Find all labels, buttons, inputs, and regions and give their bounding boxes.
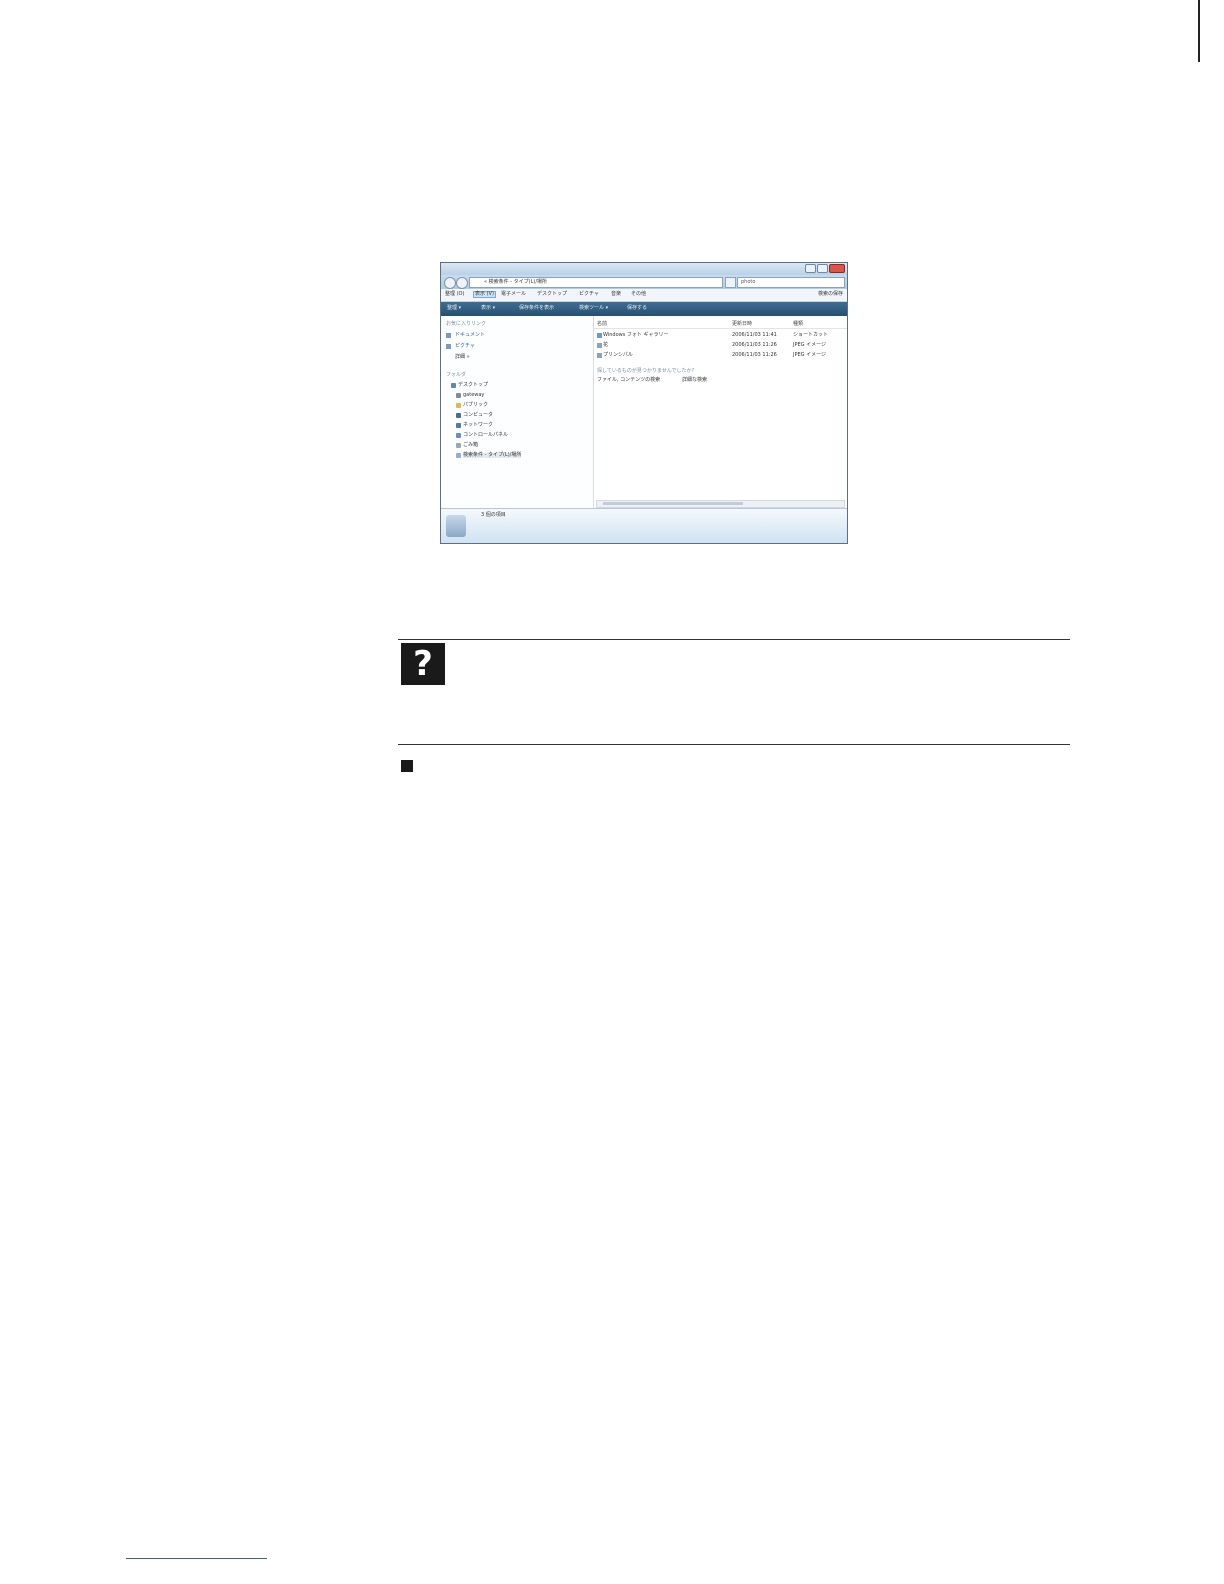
control-panel-icon: [456, 433, 461, 438]
horizontal-scrollbar[interactable]: [596, 500, 845, 508]
tree-item[interactable]: ごみ箱: [463, 443, 478, 448]
menu-item[interactable]: 表示 (V): [473, 291, 496, 298]
tree-item[interactable]: ネットワーク: [463, 423, 493, 428]
column-header-name[interactable]: 名前: [597, 322, 607, 327]
menu-item[interactable]: 音楽: [611, 292, 621, 297]
command-button[interactable]: 表示 ▾: [481, 306, 495, 311]
search-folder-large-icon: [446, 515, 466, 537]
address-text: « 検索条件 - タイプ(L)/場所: [484, 279, 548, 285]
menu-item[interactable]: ピクチャ: [579, 292, 599, 297]
menu-item[interactable]: その他: [631, 292, 646, 297]
folder-icon: [456, 403, 461, 408]
computer-icon: [456, 413, 461, 418]
menu-row: 整理 (O) 表示 (V) 電子メール デスクトップ ピクチャ 音楽 その他 検…: [441, 289, 847, 302]
command-button[interactable]: 保存する: [627, 306, 647, 311]
scroll-thumb[interactable]: [603, 502, 743, 505]
close-icon[interactable]: [829, 264, 845, 273]
command-button[interactable]: 保存条件を表示: [519, 306, 554, 311]
window-controls: [805, 264, 845, 273]
recycle-bin-icon: [456, 443, 461, 448]
tree-item[interactable]: コントロールパネル: [463, 433, 508, 438]
tree-item[interactable]: コンピュータ: [463, 413, 493, 418]
header-divider: [594, 328, 847, 329]
help-question-icon: ?: [401, 643, 445, 685]
search-input[interactable]: photo: [737, 277, 845, 288]
help-bottom-rule: [398, 744, 1070, 745]
advanced-search-button[interactable]: 詳細な検索: [682, 378, 707, 383]
document-icon: [446, 333, 451, 338]
item-count: 3 個の項目: [481, 512, 506, 518]
search-text: photo: [741, 279, 756, 285]
address-row: « 検索条件 - タイプ(L)/場所 photo: [441, 275, 847, 289]
command-bar: 整理 ▾ 表示 ▾ 保存条件を表示 検索ツール ▾ 保存する: [441, 302, 847, 316]
image-file-icon: [597, 353, 602, 358]
navigation-pane: お気に入りリンク ドキュメント ピクチャ 詳細 » フォルダ デスクトップ ga…: [441, 316, 594, 508]
details-pane: 3 個の項目: [441, 508, 847, 543]
file-type: JPEG イメージ: [793, 342, 827, 348]
back-icon[interactable]: [444, 277, 456, 289]
more-link[interactable]: 詳細 »: [455, 355, 470, 360]
column-header-type[interactable]: 種類: [793, 322, 803, 327]
tree-item[interactable]: パブリック: [463, 403, 488, 408]
favorite-link[interactable]: ピクチャ: [455, 344, 475, 349]
address-bar[interactable]: « 検索条件 - タイプ(L)/場所: [469, 277, 723, 288]
maximize-icon[interactable]: [817, 264, 828, 273]
file-type: ショートカット: [793, 332, 829, 338]
favorites-header: お気に入りリンク: [446, 321, 487, 327]
command-button[interactable]: 整理 ▾: [447, 306, 461, 311]
folders-header[interactable]: フォルダ: [446, 373, 466, 378]
menu-item[interactable]: 電子メール: [501, 292, 526, 297]
user-folder-icon: [456, 393, 461, 398]
footer-link-line: [126, 1558, 267, 1559]
search-folder-icon: [456, 453, 461, 458]
menu-item[interactable]: デスクトップ: [537, 292, 567, 297]
desktop-icon: [451, 383, 456, 388]
column-header-date[interactable]: 更新日時: [732, 322, 752, 327]
file-date: 2006/11/03 11:41: [732, 332, 777, 338]
file-name[interactable]: プリンシパル: [603, 353, 633, 358]
tree-item[interactable]: gateway: [463, 393, 484, 398]
favorite-link[interactable]: ドキュメント: [455, 333, 485, 338]
shortcut-icon: [597, 333, 602, 338]
file-date: 2006/11/03 11:26: [732, 352, 777, 358]
end-square-icon: [401, 760, 413, 772]
file-date: 2006/11/03 11:26: [732, 342, 777, 348]
search-hint: 探しているものが見つかりませんでしたか?: [597, 368, 695, 374]
command-button[interactable]: 検索ツール ▾: [579, 306, 608, 311]
network-icon: [456, 423, 461, 428]
refresh-icon[interactable]: [725, 277, 736, 288]
tree-item-selected[interactable]: 検索条件 - タイプ(L)/場所: [463, 453, 522, 458]
page-edge-line: [1198, 0, 1200, 62]
minimize-icon[interactable]: [805, 264, 816, 273]
picture-icon: [446, 344, 451, 349]
explorer-screenshot: « 検索条件 - タイプ(L)/場所 photo 整理 (O) 表示 (V) 電…: [440, 262, 848, 544]
file-type: JPEG イメージ: [793, 352, 827, 358]
file-list-pane: 名前 更新日時 種類 Windows フォト ギャラリー 2006/11/03 …: [594, 316, 847, 508]
save-search-button[interactable]: 検索の保存: [818, 292, 843, 297]
file-name[interactable]: 花: [603, 343, 608, 348]
forward-icon[interactable]: [456, 277, 468, 289]
image-file-icon: [597, 343, 602, 348]
file-name[interactable]: Windows フォト ギャラリー: [603, 333, 669, 338]
tree-item[interactable]: デスクトップ: [458, 383, 488, 388]
menu-item[interactable]: 整理 (O): [445, 292, 464, 297]
search-files-button[interactable]: ファイル, コンテンツの検索: [597, 378, 660, 383]
help-top-rule: [398, 639, 1070, 640]
title-bar: [441, 263, 847, 275]
